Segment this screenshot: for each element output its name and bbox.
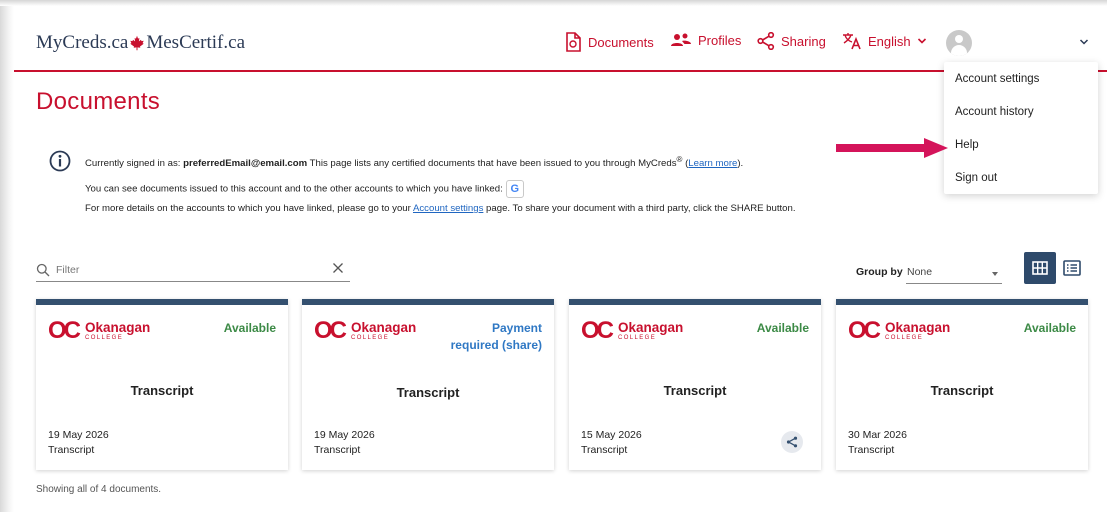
document-title: Transcript	[930, 383, 994, 398]
okanagan-college-logo: OC Okanagan COLLEGE	[581, 317, 684, 344]
info-line-signed-in: Currently signed in as: preferredEmail@e…	[85, 155, 744, 170]
oc-logo-mark: OC	[581, 317, 614, 344]
google-account-icon[interactable]: G	[505, 180, 524, 198]
account-settings-link[interactable]: Account settings	[413, 203, 483, 214]
logo-text-fr: MesCertif.ca	[146, 32, 245, 53]
people-icon	[671, 33, 691, 46]
document-type: Transcript	[48, 444, 95, 456]
account-menu: Account settings Account history Help Si…	[944, 62, 1098, 194]
language-label: English	[868, 33, 911, 49]
grid-icon	[1032, 261, 1048, 275]
nav-profiles-label: Profiles	[698, 32, 742, 48]
language-selector[interactable]: English	[842, 32, 927, 50]
info-icon	[49, 150, 71, 172]
filter-input[interactable]	[56, 261, 316, 279]
share-icon	[757, 32, 775, 50]
status-badge: Available	[756, 321, 809, 335]
share-icon	[786, 436, 798, 448]
info-line-linked-accounts: You can see documents issued to this acc…	[85, 180, 524, 198]
group-by-label: Group by	[856, 266, 903, 278]
document-card[interactable]: OC Okanagan COLLEGE Available Transcript…	[836, 299, 1088, 470]
filter-field	[36, 258, 350, 282]
document-card[interactable]: OC Okanagan COLLEGE Available Transcript…	[36, 299, 288, 470]
okanagan-college-logo: OC Okanagan COLLEGE	[48, 317, 151, 344]
okanagan-college-logo: OC Okanagan COLLEGE	[314, 317, 417, 344]
nav-documents-label: Documents	[588, 34, 654, 50]
oc-logo-mark: OC	[48, 317, 81, 344]
nav-sharing-label: Sharing	[781, 33, 826, 49]
top-header: MyCreds.ca MesCertif.ca Documents Profil…	[14, 6, 1107, 72]
logo-text-en: MyCreds.ca	[36, 32, 129, 53]
close-icon[interactable]	[332, 262, 344, 274]
document-title: Transcript	[396, 385, 460, 400]
chevron-down-icon[interactable]	[1078, 36, 1090, 48]
status-badge: Available	[223, 321, 276, 335]
maple-leaf-icon	[130, 35, 145, 51]
document-type: Transcript	[314, 444, 361, 456]
oc-logo-mark: OC	[848, 317, 881, 344]
page-title: Documents	[36, 88, 161, 115]
window-shadow-left	[0, 0, 14, 512]
avatar-head	[955, 35, 963, 43]
translate-icon	[843, 33, 861, 50]
document-date: 30 Mar 2026	[848, 429, 907, 441]
menu-item-account-history[interactable]: Account history	[955, 106, 1034, 118]
group-by-select[interactable]: None	[906, 262, 1002, 284]
document-date: 15 May 2026	[581, 429, 642, 441]
list-icon	[1063, 260, 1081, 276]
nav-profiles[interactable]: Profiles	[670, 32, 741, 48]
document-card[interactable]: OC Okanagan COLLEGE Payment required (sh…	[302, 299, 554, 470]
search-icon	[36, 263, 50, 277]
user-avatar-button[interactable]	[946, 30, 972, 56]
status-badge: Payment required (share)	[450, 321, 542, 352]
group-by-value: None	[907, 266, 933, 278]
documents-icon	[566, 32, 581, 52]
document-title: Transcript	[130, 383, 194, 398]
share-button[interactable]	[781, 431, 803, 453]
list-view-button[interactable]	[1058, 252, 1086, 284]
oc-logo-mark: OC	[314, 317, 347, 344]
document-date: 19 May 2026	[314, 429, 375, 441]
callout-arrow	[836, 138, 948, 158]
grid-view-button[interactable]	[1024, 252, 1056, 284]
caret-down-icon	[992, 272, 998, 276]
info-line-account-settings: For more details on the accounts to whic…	[85, 203, 796, 214]
learn-more-link[interactable]: Learn more	[688, 158, 737, 169]
menu-item-account-settings[interactable]: Account settings	[955, 73, 1039, 85]
documents-count: Showing all of 4 documents.	[36, 484, 162, 495]
document-title: Transcript	[663, 383, 727, 398]
mycreds-logo[interactable]: MyCreds.ca MesCertif.ca	[36, 32, 245, 54]
document-date: 19 May 2026	[48, 429, 109, 441]
status-badge: Available	[1023, 321, 1076, 335]
chevron-down-icon	[917, 38, 926, 44]
document-type: Transcript	[848, 444, 895, 456]
document-card[interactable]: OC Okanagan COLLEGE Available Transcript…	[569, 299, 821, 470]
avatar-body	[951, 45, 967, 56]
menu-item-help[interactable]: Help	[955, 139, 979, 151]
nav-sharing[interactable]: Sharing	[757, 32, 826, 50]
nav-documents[interactable]: Documents	[564, 32, 654, 52]
app-window: MyCreds.ca MesCertif.ca Documents Profil…	[0, 0, 1107, 512]
menu-item-sign-out[interactable]: Sign out	[955, 172, 997, 184]
okanagan-college-logo: OC Okanagan COLLEGE	[848, 317, 951, 344]
signed-in-email: preferredEmail@email.com	[183, 158, 308, 170]
document-type: Transcript	[581, 444, 628, 456]
